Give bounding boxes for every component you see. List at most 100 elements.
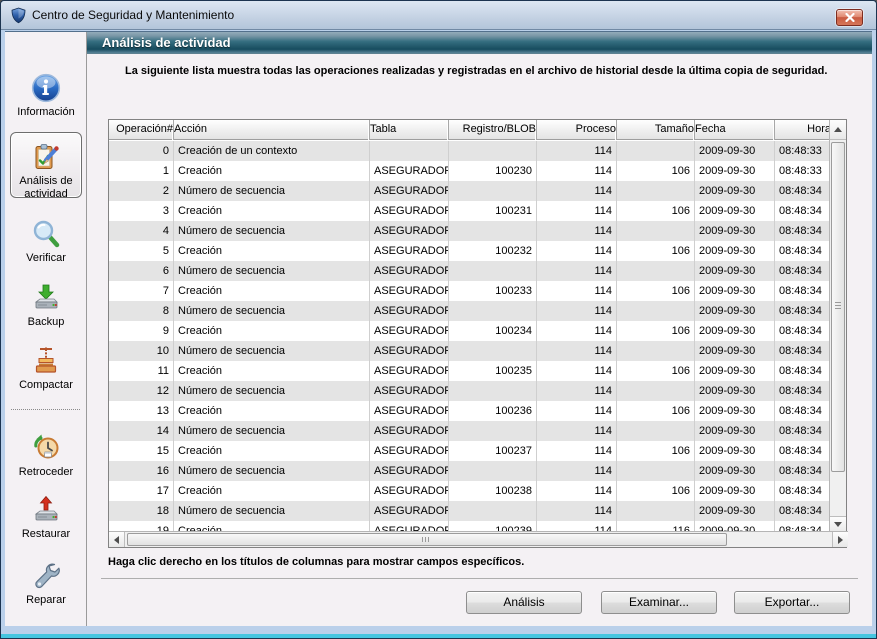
table-cell: 2009-09-30 [695, 161, 775, 181]
column-header-tamano[interactable]: Tamaño [617, 120, 695, 140]
sidebar-item-restaurar[interactable]: Restaurar [8, 494, 84, 541]
horizontal-scrollbar[interactable] [109, 531, 848, 547]
table-cell: 2009-09-30 [695, 481, 775, 501]
sidebar-item-informacion[interactable]: Información [8, 72, 84, 119]
table-cell [617, 181, 695, 201]
table-cell: Número de secuencia [174, 461, 370, 481]
table-row[interactable]: 4Número de secuenciaASEGURADOR1142009-09… [109, 221, 830, 241]
column-header-registro-blob[interactable]: Registro/BLOB [449, 120, 537, 140]
examinar-button[interactable]: Examinar... [601, 591, 717, 614]
table-cell: 114 [537, 481, 617, 501]
vertical-scrollbar[interactable] [829, 120, 846, 532]
table-cell: Número de secuencia [174, 341, 370, 361]
table-row[interactable]: 15CreaciónASEGURADOR1002371141062009-09-… [109, 441, 830, 461]
titlebar[interactable]: Centro de Seguridad y Mantenimiento [1, 1, 876, 30]
close-button[interactable] [836, 9, 863, 26]
table-cell: 2009-09-30 [695, 221, 775, 241]
section-title: Análisis de actividad [102, 35, 231, 50]
table-row[interactable]: 1CreaciónASEGURADOR1002301141062009-09-3… [109, 161, 830, 181]
analisis-button[interactable]: Análisis [466, 591, 582, 614]
restore-drive-icon [30, 494, 62, 526]
table-cell: Número de secuencia [174, 421, 370, 441]
sidebar-item-analisis-actividad[interactable]: Análisis de actividad [10, 132, 82, 198]
thumb-grip [422, 537, 431, 542]
table-cell: 08:48:34 [775, 181, 830, 201]
table-cell [449, 461, 537, 481]
table-cell: 106 [617, 161, 695, 181]
table-cell: 14 [109, 421, 174, 441]
table-row[interactable]: 2Número de secuenciaASEGURADOR1142009-09… [109, 181, 830, 201]
table-cell: Creación [174, 241, 370, 261]
table-cell: 08:48:34 [775, 301, 830, 321]
table-row[interactable]: 5CreaciónASEGURADOR1002321141062009-09-3… [109, 241, 830, 261]
scroll-left-button[interactable] [109, 532, 125, 547]
table-cell: 100230 [449, 161, 537, 181]
table-row[interactable]: 7CreaciónASEGURADOR1002331141062009-09-3… [109, 281, 830, 301]
sidebar-divider [11, 409, 80, 410]
sidebar-item-backup[interactable]: Backup [8, 282, 84, 329]
column-header-fecha[interactable]: Fecha [695, 120, 775, 140]
table-cell: Creación [174, 401, 370, 421]
table-cell: 08:48:33 [775, 141, 830, 161]
table-cell: 15 [109, 441, 174, 461]
table-cell: 08:48:34 [775, 441, 830, 461]
table-cell [449, 501, 537, 521]
table-cell: 100232 [449, 241, 537, 261]
arrow-down-icon [834, 522, 842, 527]
table-row[interactable]: 11CreaciónASEGURADOR1002351141062009-09-… [109, 361, 830, 381]
table-row[interactable]: 10Número de secuenciaASEGURADOR1142009-0… [109, 341, 830, 361]
table-cell: 106 [617, 321, 695, 341]
table-row[interactable]: 13CreaciónASEGURADOR1002361141062009-09-… [109, 401, 830, 421]
table-cell: 100236 [449, 401, 537, 421]
table-cell: 114 [537, 401, 617, 421]
column-header-accion[interactable]: Acción [174, 120, 370, 140]
table-row[interactable]: 12Número de secuenciaASEGURADOR1142009-0… [109, 381, 830, 401]
table-row[interactable]: 9CreaciónASEGURADOR1002341141062009-09-3… [109, 321, 830, 341]
arrow-up-icon [834, 127, 842, 132]
table-cell [617, 461, 695, 481]
exportar-button[interactable]: Exportar... [734, 591, 850, 614]
table-row[interactable]: 17CreaciónASEGURADOR1002381141062009-09-… [109, 481, 830, 501]
table-cell: 106 [617, 361, 695, 381]
table-row[interactable]: 6Número de secuenciaASEGURADOR1142009-09… [109, 261, 830, 281]
vertical-scroll-thumb[interactable] [831, 142, 845, 472]
table-cell: 2009-09-30 [695, 201, 775, 221]
table-cell: ASEGURADOR [370, 181, 449, 201]
table-cell: Creación [174, 361, 370, 381]
shield-icon [10, 7, 27, 24]
table-row[interactable]: 14Número de secuenciaASEGURADOR1142009-0… [109, 421, 830, 441]
table-cell: 106 [617, 401, 695, 421]
table-cell: 2009-09-30 [695, 441, 775, 461]
scroll-down-button[interactable] [830, 516, 846, 532]
table-cell: 114 [537, 461, 617, 481]
table-cell: 114 [537, 361, 617, 381]
table-row[interactable]: 3CreaciónASEGURADOR1002311141062009-09-3… [109, 201, 830, 221]
table-cell: 08:48:34 [775, 241, 830, 261]
column-header-tabla[interactable]: Tabla [370, 120, 449, 140]
table-row[interactable]: 18Número de secuenciaASEGURADOR1142009-0… [109, 501, 830, 521]
column-header-operacion[interactable]: Operación# [109, 120, 174, 140]
table-cell: 08:48:34 [775, 281, 830, 301]
table-row[interactable]: 0Creación de un contexto1142009-09-3008:… [109, 141, 830, 161]
table-cell: Número de secuencia [174, 501, 370, 521]
table-cell [617, 501, 695, 521]
table-cell: 2009-09-30 [695, 381, 775, 401]
scroll-up-button[interactable] [830, 120, 846, 140]
column-header-proceso[interactable]: Proceso [537, 120, 617, 140]
horizontal-scroll-thumb[interactable] [127, 533, 727, 546]
table-cell: 114 [537, 241, 617, 261]
table-row[interactable]: 8Número de secuenciaASEGURADOR1142009-09… [109, 301, 830, 321]
sidebar-item-label: Análisis de actividad [11, 175, 81, 201]
sidebar-item-compactar[interactable]: Compactar [8, 345, 84, 392]
column-header-hora[interactable]: Hora [775, 120, 831, 140]
sidebar-item-verificar[interactable]: Verificar [8, 218, 84, 265]
sidebar-item-retroceder[interactable]: Retroceder [8, 430, 84, 479]
table-row[interactable]: 16Número de secuenciaASEGURADOR1142009-0… [109, 461, 830, 481]
table-cell: 18 [109, 501, 174, 521]
table-cell: Número de secuencia [174, 181, 370, 201]
table-cell: 12 [109, 381, 174, 401]
activity-analysis-icon [30, 141, 62, 173]
table-cell [617, 301, 695, 321]
scroll-right-button[interactable] [832, 532, 848, 547]
sidebar-item-reparar[interactable]: Reparar [8, 560, 84, 607]
